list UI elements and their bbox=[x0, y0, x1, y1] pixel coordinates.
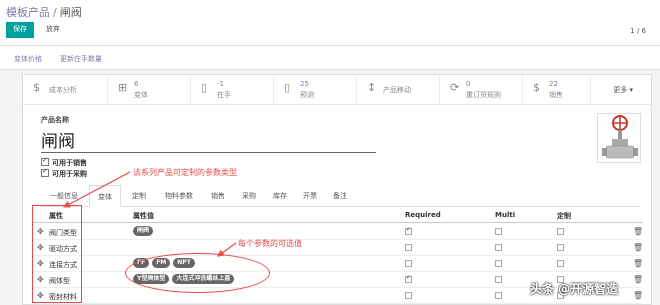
annotation-param-types: 该系列产品可定制的参数类型 bbox=[133, 168, 237, 177]
annotation-param-values: 每个参数的可选值 bbox=[238, 239, 302, 248]
watermark: 头条 @开源智造 bbox=[530, 282, 619, 296]
annotation-arrows bbox=[62, 171, 237, 257]
